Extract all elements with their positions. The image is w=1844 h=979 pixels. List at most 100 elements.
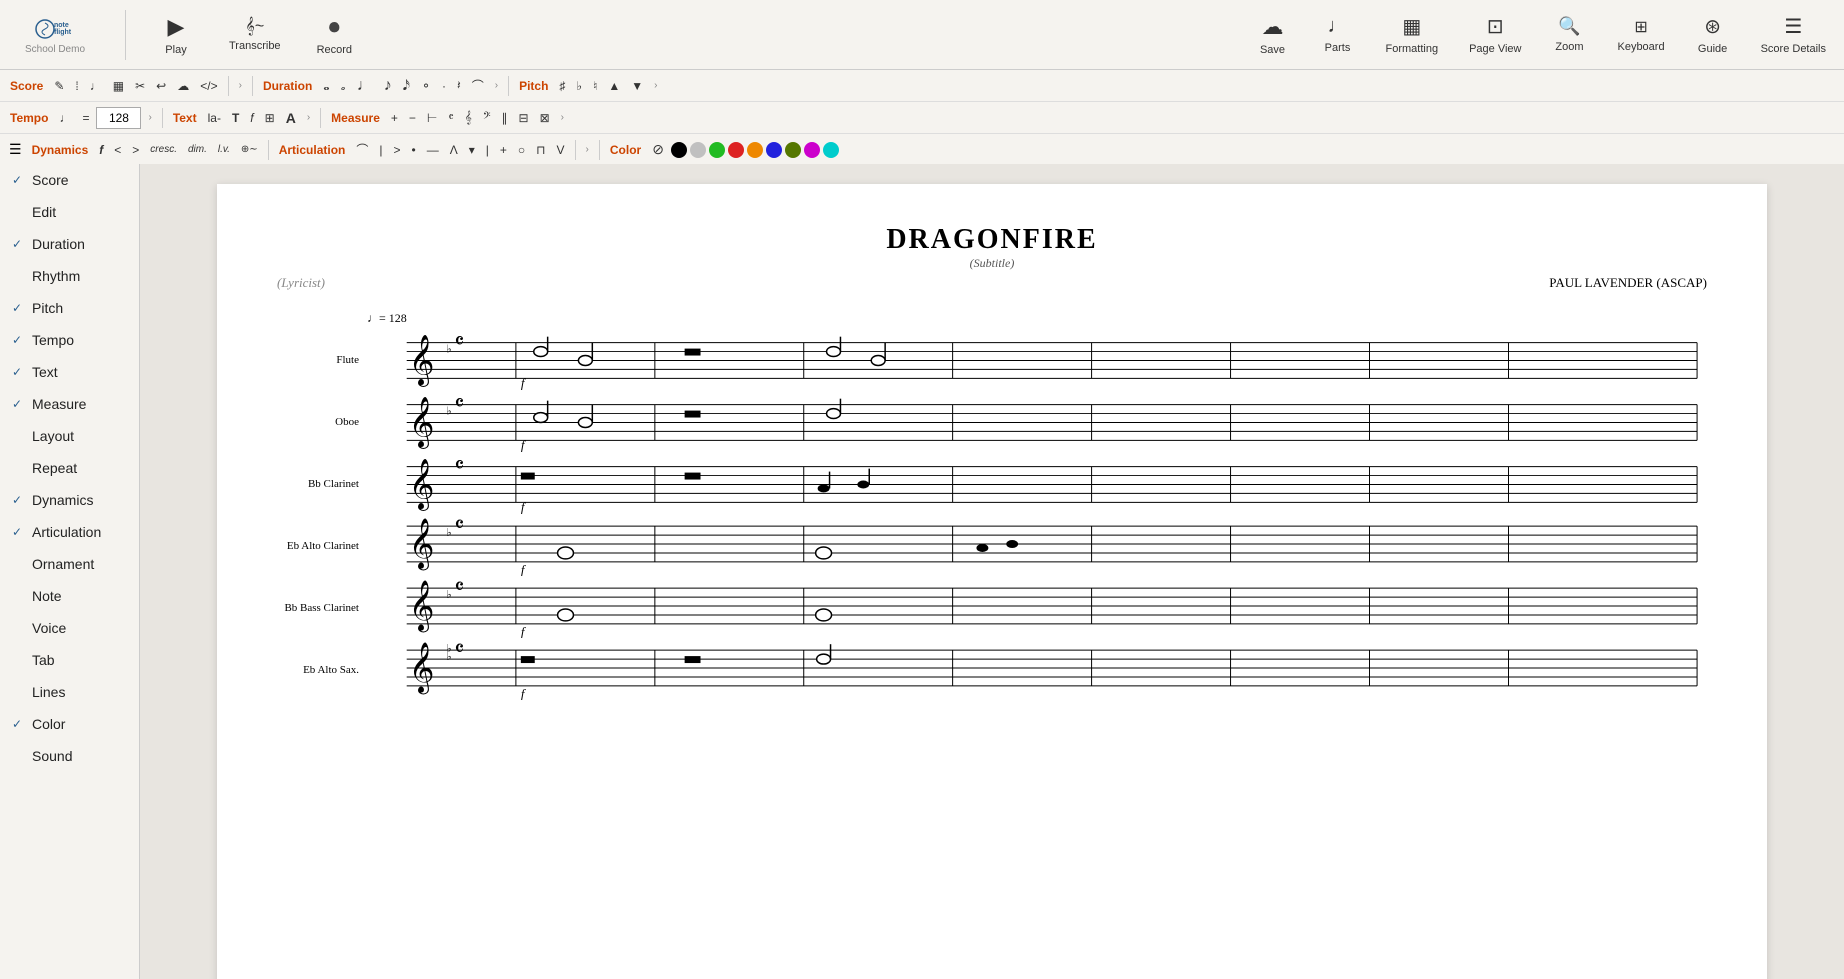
color-cyan[interactable] (823, 142, 839, 158)
art-down[interactable]: V (553, 141, 569, 159)
chevron-right-3[interactable]: › (650, 78, 661, 93)
half-note[interactable]: 𝅗 (337, 75, 350, 97)
dynamics-cresc-left[interactable]: < (110, 141, 125, 159)
sixteenth-note[interactable]: 𝅘𝅥𝅯 (399, 75, 414, 96)
measure-add[interactable]: + (387, 109, 402, 127)
tool4[interactable]: ✂ (131, 77, 149, 95)
sidebar-item-articulation[interactable]: ✓ Articulation (0, 516, 139, 548)
tempo-chevron[interactable]: › (144, 110, 155, 125)
tool3[interactable]: ▦ (109, 77, 128, 95)
save-button[interactable]: ☁ Save (1248, 10, 1298, 60)
sidebar-item-duration[interactable]: ✓ Duration (0, 228, 139, 260)
chevron-right-2[interactable]: › (491, 78, 502, 93)
color-black[interactable] (671, 142, 687, 158)
sidebar-item-pitch[interactable]: ✓ Pitch (0, 292, 139, 324)
time-sig[interactable]: 𝄴 (444, 108, 457, 127)
keyboard-button[interactable]: ⊞ Keyboard (1609, 13, 1672, 57)
eighth-note[interactable]: ♪ (380, 75, 396, 97)
art-chevron[interactable]: › (582, 142, 593, 157)
sidebar-item-tempo[interactable]: ✓ Tempo (0, 324, 139, 356)
art-accent[interactable]: > (390, 141, 405, 159)
tool6[interactable]: ☁ (173, 77, 193, 95)
thirty-second-note[interactable]: ⚬ (417, 77, 435, 95)
sidebar-item-color[interactable]: ✓ Color (0, 708, 139, 740)
quarter-note[interactable]: ♩ (353, 75, 377, 97)
art-square[interactable]: ⊓ (532, 141, 549, 159)
text-table[interactable]: ⊞ (261, 109, 279, 127)
tie[interactable]: ⌒ (468, 75, 488, 96)
art-circle[interactable]: ○ (514, 141, 529, 159)
color-red[interactable] (728, 142, 744, 158)
main-content[interactable]: DRAGONFIRE (Subtitle) (Lyricist) PAUL LA… (140, 164, 1844, 979)
text-T[interactable]: T (228, 109, 243, 127)
measure-remove[interactable]: − (405, 109, 420, 127)
measure-btn2[interactable]: ⊟ (515, 109, 533, 127)
color-green[interactable] (709, 142, 725, 158)
tempo-input[interactable] (96, 107, 141, 129)
dynamics-extra[interactable]: ⊕∼ (237, 142, 262, 157)
color-gray[interactable] (690, 142, 706, 158)
sidebar-item-ornament[interactable]: ✓ Ornament (0, 548, 139, 580)
art-dash[interactable]: — (423, 141, 443, 159)
sidebar-item-dynamics[interactable]: ✓ Dynamics (0, 484, 139, 516)
transcribe-button[interactable]: 𝄞~ Transcribe (221, 14, 289, 56)
flat[interactable]: ♭ (572, 77, 586, 95)
art-line[interactable]: | (375, 141, 386, 159)
sidebar-item-score[interactable]: ✓ Score (0, 164, 139, 196)
chevron-right-1[interactable]: › (235, 78, 246, 93)
whole-note[interactable]: 𝅝 (319, 75, 333, 97)
text-A[interactable]: A (282, 108, 300, 128)
sidebar-item-sound[interactable]: ✓ Sound (0, 740, 139, 772)
hamburger-icon[interactable]: ☰ (6, 141, 25, 158)
text-chevron[interactable]: › (303, 110, 314, 125)
color-olive[interactable] (785, 142, 801, 158)
sidebar-item-layout[interactable]: ✓ Layout (0, 420, 139, 452)
art-plus[interactable]: + (496, 141, 511, 159)
barline[interactable]: ∥ (498, 109, 512, 127)
art-slur[interactable]: ⌒ (352, 139, 372, 160)
rest[interactable]: 𝄽 (453, 76, 465, 95)
color-magenta[interactable] (804, 142, 820, 158)
sidebar-item-edit[interactable]: ✓ Edit (0, 196, 139, 228)
cursor-tool[interactable]: ✎ (50, 77, 68, 95)
dynamics-decresc-right[interactable]: > (128, 141, 143, 159)
clef[interactable]: 𝄢 (479, 108, 495, 127)
sidebar-item-voice[interactable]: ✓ Voice (0, 612, 139, 644)
measure-btn3[interactable]: ⊠ (536, 109, 554, 127)
play-button[interactable]: ▶ Play (151, 10, 201, 60)
measure-chevron[interactable]: › (557, 110, 568, 125)
sidebar-item-rhythm[interactable]: ✓ Rhythm (0, 260, 139, 292)
pitch-up[interactable]: ▲ (604, 77, 624, 95)
art-dot[interactable]: • (408, 141, 420, 159)
sidebar-item-lines[interactable]: ✓ Lines (0, 676, 139, 708)
zoom-button[interactable]: 🔍 Zoom (1544, 12, 1594, 57)
select-tool[interactable]: ⁞ (71, 77, 82, 95)
note-input-tool[interactable]: ♩ (86, 77, 106, 95)
formatting-button[interactable]: ▦ Formatting (1378, 10, 1447, 59)
sidebar-item-note[interactable]: ✓ Note (0, 580, 139, 612)
guide-button[interactable]: ⊛ Guide (1688, 10, 1738, 59)
page-view-button[interactable]: ⊡ Page View (1461, 10, 1529, 59)
art-staccatissimo[interactable]: ▾ (465, 141, 479, 159)
sidebar-item-repeat[interactable]: ✓ Repeat (0, 452, 139, 484)
dynamics-dim[interactable]: dim. (184, 142, 211, 157)
dynamics-lv[interactable]: l.v. (214, 142, 234, 157)
dynamics-f[interactable]: f (95, 141, 107, 159)
color-orange[interactable] (747, 142, 763, 158)
color-blue[interactable] (766, 142, 782, 158)
pitch-down[interactable]: ▼ (627, 77, 647, 95)
tool5[interactable]: ↩ (152, 77, 170, 95)
parts-button[interactable]: ♩ Parts (1313, 11, 1363, 58)
no-color-btn[interactable]: ⊘ (648, 139, 668, 160)
sidebar-item-text[interactable]: ✓ Text (0, 356, 139, 388)
text-italic[interactable]: f (246, 109, 257, 127)
tool7[interactable]: </> (196, 77, 221, 95)
art-marcato[interactable]: Λ (446, 141, 462, 159)
sidebar-item-tab[interactable]: ✓ Tab (0, 644, 139, 676)
text-solfege[interactable]: la- (204, 109, 225, 127)
score-details-button[interactable]: ☰ Score Details (1753, 10, 1834, 59)
dot[interactable]: · (438, 77, 450, 95)
sharp[interactable]: ♯ (555, 77, 569, 95)
measure-split[interactable]: ⊢ (423, 109, 441, 127)
sidebar-item-measure[interactable]: ✓ Measure (0, 388, 139, 420)
